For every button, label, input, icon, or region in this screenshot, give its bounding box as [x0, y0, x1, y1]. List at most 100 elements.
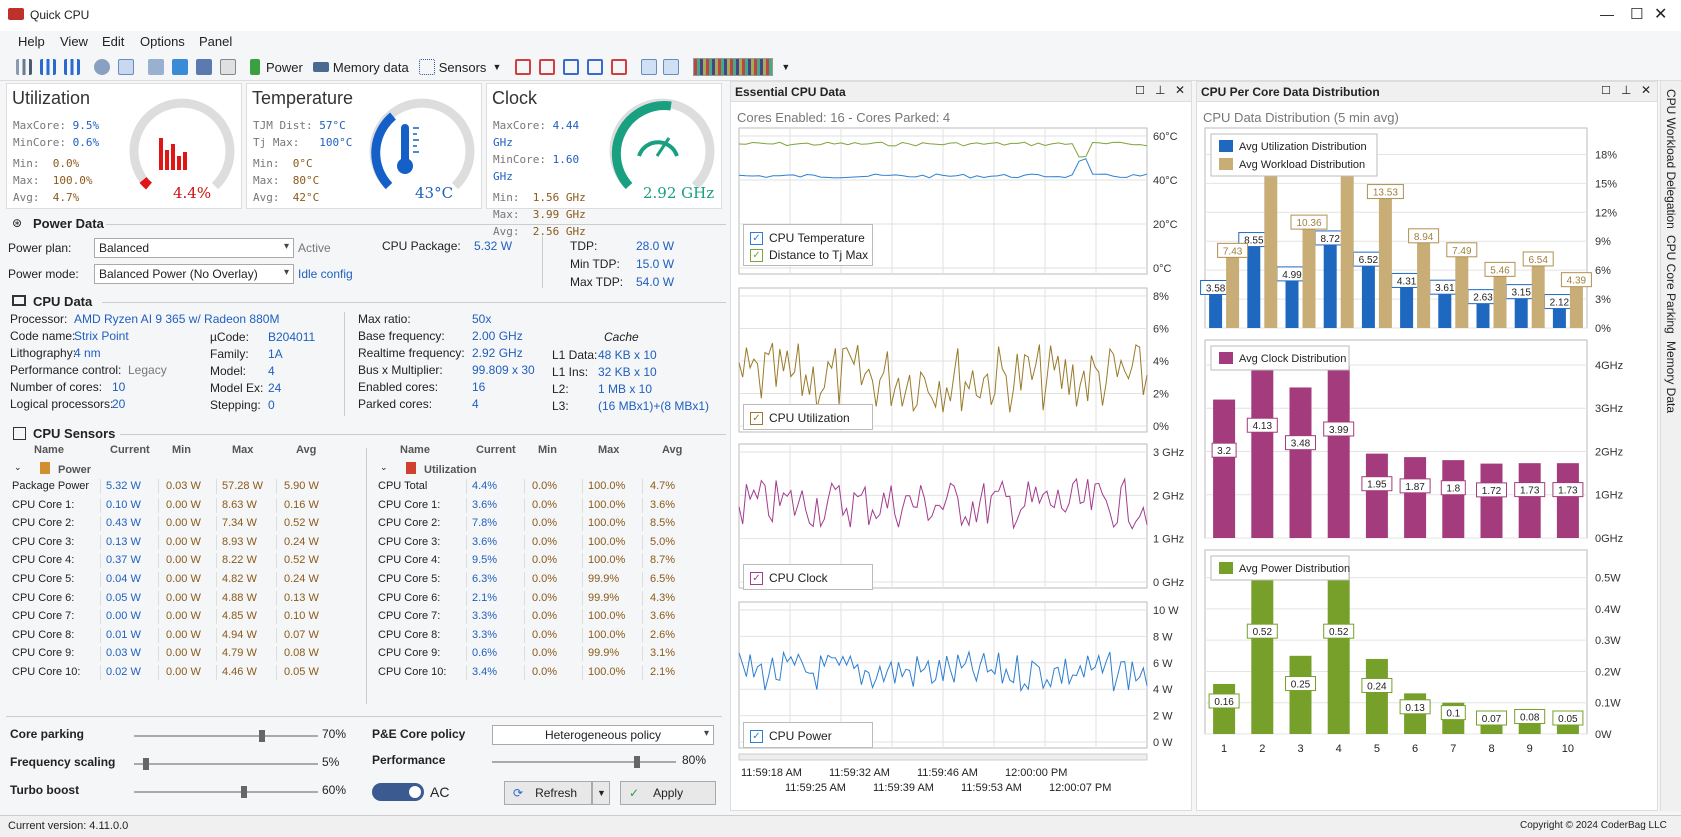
pin-icon[interactable]: ⊥ — [1621, 83, 1631, 97]
tab-memory-data[interactable]: Memory Data — [1664, 341, 1678, 413]
x-tick-label: 4 — [1336, 743, 1342, 755]
stat-label: MaxCore: — [493, 119, 546, 132]
core-parking-slider[interactable] — [134, 730, 318, 742]
menu-edit[interactable]: Edit — [102, 34, 124, 49]
cell-divider — [158, 572, 159, 587]
tab-cpu-workload-delegation[interactable]: CPU Workload Delegation — [1664, 89, 1678, 229]
info-label: Bus x Multiplier: — [358, 363, 443, 377]
sensor-value: 8.5% — [650, 517, 676, 530]
slider-thumb[interactable] — [240, 786, 247, 798]
line-chart-icon[interactable] — [641, 59, 658, 75]
info-label: L3: — [552, 399, 569, 413]
menu-bar: Help View Edit Options Panel — [0, 31, 1681, 53]
palette-select[interactable] — [693, 58, 774, 76]
cell-divider — [582, 590, 583, 606]
sensor-value: 3.6% — [472, 535, 498, 548]
tab-cpu-core-parking[interactable]: CPU Core Parking — [1664, 235, 1678, 334]
checkbox[interactable]: ✓ — [750, 231, 763, 245]
gear-icon[interactable] — [94, 59, 110, 75]
ac-label: AC — [430, 784, 450, 800]
legend-item[interactable]: ✓ CPU Temperature — [750, 231, 865, 245]
cpu-info-row: Number of cores: 10 — [10, 380, 125, 394]
menu-help[interactable]: Help — [18, 34, 45, 49]
y-tick-label: 15% — [1595, 178, 1617, 190]
panel-icon[interactable] — [663, 59, 680, 75]
edit-icon[interactable] — [196, 59, 212, 75]
power-button[interactable]: Power — [266, 60, 303, 75]
monitor-icon[interactable] — [172, 59, 188, 75]
close-icon[interactable]: ✕ — [1175, 83, 1185, 97]
layout-icon[interactable] — [539, 59, 556, 75]
close-icon[interactable]: ✕ — [1641, 83, 1651, 97]
image-icon[interactable] — [118, 59, 134, 75]
memory-data-button[interactable]: Memory data — [333, 60, 409, 75]
frequency-scaling-slider[interactable] — [134, 758, 318, 770]
document-icon[interactable] — [220, 59, 236, 75]
slider-thumb[interactable] — [142, 758, 149, 770]
settings-icon[interactable] — [148, 59, 164, 75]
bar-icon[interactable] — [16, 59, 32, 75]
float-icon[interactable]: ☐ — [1135, 84, 1145, 97]
apply-button[interactable]: ✓ Apply — [620, 781, 716, 805]
data-label: 1.73 — [1558, 486, 1578, 497]
legend-item[interactable]: ✓ CPU Power — [750, 729, 832, 743]
bar-icon[interactable] — [64, 59, 80, 75]
legend-item[interactable]: ✓ Distance to Tj Max — [750, 248, 868, 262]
columns-icon[interactable] — [563, 59, 580, 75]
refresh-dropdown-button[interactable]: ▼ — [592, 781, 610, 805]
info-value: 10 — [112, 380, 126, 394]
legend-item[interactable]: ✓ CPU Clock — [750, 571, 828, 585]
cell-divider — [100, 627, 101, 643]
battery-icon[interactable] — [250, 59, 260, 75]
power-mode-select[interactable]: Balanced Power (No Overlay) — [94, 264, 294, 284]
checkbox[interactable]: ✓ — [750, 729, 763, 743]
cell-divider — [524, 590, 525, 606]
pe-policy-select[interactable]: Heterogeneous policy — [492, 725, 714, 745]
chevron-down-icon[interactable]: ▼ — [781, 62, 790, 72]
menu-panel[interactable]: Panel — [199, 34, 232, 49]
bar — [1442, 460, 1465, 538]
cpu-info-row: Parked cores: 4 — [358, 397, 479, 411]
checkbox[interactable]: ✓ — [750, 411, 763, 425]
checkbox[interactable]: ✓ — [750, 248, 763, 262]
slider-thumb[interactable] — [258, 730, 265, 742]
sensors-icon[interactable] — [418, 59, 435, 75]
data-label: 3.2 — [1217, 446, 1231, 457]
legend-swatch — [1219, 140, 1233, 152]
memory-icon[interactable] — [312, 62, 329, 72]
window-icon[interactable] — [611, 59, 628, 75]
bar-icon[interactable] — [40, 59, 56, 75]
ac-toggle[interactable] — [372, 783, 424, 801]
idle-config-link[interactable]: Idle config — [298, 267, 353, 281]
performance-slider[interactable] — [492, 756, 676, 768]
checkbox[interactable]: ✓ — [750, 571, 763, 585]
cell-divider — [582, 553, 583, 569]
power-plan-select[interactable]: Balanced — [94, 238, 294, 258]
float-icon[interactable]: ☐ — [1601, 84, 1611, 97]
close-icon[interactable]: ✕ — [1654, 4, 1667, 24]
sensor-value: 99.9% — [588, 573, 620, 585]
sensors-button[interactable]: Sensors — [439, 60, 487, 75]
turbo-boost-label: Turbo boost — [10, 783, 80, 797]
legend-item[interactable]: ✓ CPU Utilization — [750, 411, 850, 425]
menu-view[interactable]: View — [60, 34, 88, 49]
gauge-value: 2.92 GHz — [643, 184, 715, 202]
rows-icon[interactable] — [587, 59, 604, 75]
pin-icon[interactable]: ⊥ — [1155, 83, 1165, 97]
cell-divider — [642, 516, 643, 532]
minimize-icon[interactable]: — — [1600, 6, 1614, 22]
chevron-down-icon[interactable]: ▼ — [492, 62, 501, 72]
layout-icon[interactable] — [515, 59, 532, 75]
slider-thumb[interactable] — [634, 756, 641, 768]
turbo-boost-slider[interactable] — [134, 786, 318, 798]
sensor-value: 57.28 W — [222, 480, 263, 492]
data-label: 4.13 — [1253, 421, 1273, 432]
maximize-icon[interactable]: ☐ — [1630, 5, 1643, 23]
chevron-down-icon[interactable]: ⌄ — [14, 462, 22, 473]
turbo-boost-value: 60% — [322, 783, 347, 797]
menu-options[interactable]: Options — [140, 34, 185, 49]
cell-divider — [582, 627, 583, 643]
chevron-down-icon[interactable]: ⌄ — [380, 462, 388, 473]
sensor-value: 5.32 W — [106, 480, 141, 492]
refresh-button[interactable]: ⟳ Refresh — [504, 781, 592, 805]
